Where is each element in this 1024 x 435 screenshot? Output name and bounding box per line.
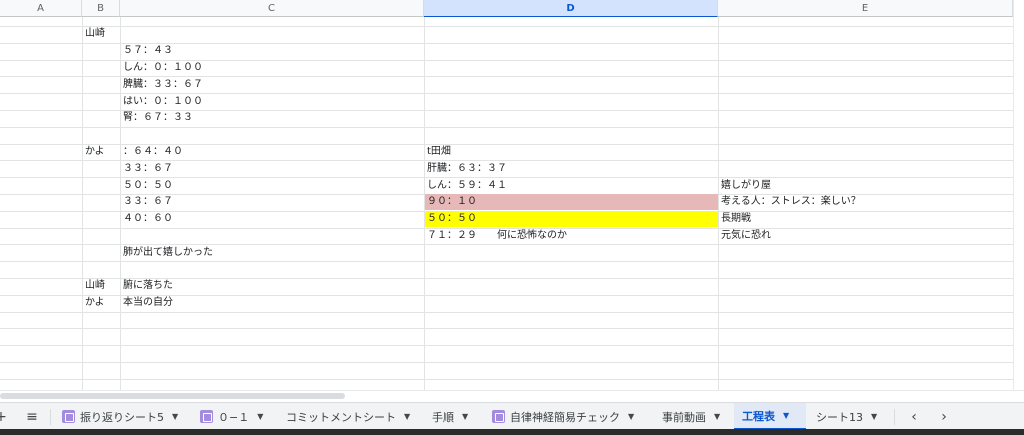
scroll-tabs-left-icon[interactable]: ‹ (902, 403, 926, 430)
row-gridline (0, 127, 1024, 128)
tab-sheet-0-1[interactable]: ０−１ ▼ (194, 403, 272, 430)
cell-d10[interactable]: 肝臓：６３：３７ (424, 161, 507, 177)
chevron-down-icon[interactable]: ▼ (871, 412, 877, 421)
chevron-down-icon[interactable]: ▼ (404, 412, 410, 421)
cell-d11[interactable]: しん：５９：４１ (424, 178, 507, 194)
horizontal-scrollbar-thumb[interactable] (0, 393, 345, 399)
cell-c15[interactable]: 肺が出て嬉しかった (120, 245, 213, 261)
chevron-down-icon[interactable]: ▼ (257, 412, 263, 421)
tab-label: シート13 (816, 410, 863, 424)
cell-c4[interactable]: しん：０：１００ (120, 60, 203, 76)
cell-b18[interactable]: かよ (82, 295, 105, 311)
row-gridline (0, 328, 1024, 329)
tab-label: 事前動画 (662, 410, 706, 424)
cell-b17[interactable]: 山崎 (82, 278, 105, 294)
chevron-down-icon[interactable]: ▼ (628, 412, 634, 421)
tab-separator (50, 409, 51, 425)
tab-label: 振り返りシート5 (80, 410, 164, 424)
column-header-c[interactable]: C (120, 0, 424, 17)
row-gridline (0, 261, 1024, 262)
window-bottom-edge (0, 429, 1024, 435)
row-gridline (0, 26, 1024, 27)
all-sheets-menu-icon[interactable]: ≡ (20, 403, 44, 430)
tab-label: 手順 (432, 410, 454, 424)
chevron-down-icon[interactable]: ▼ (783, 411, 789, 420)
column-header-d[interactable]: D (424, 0, 718, 17)
column-header-b[interactable]: B (82, 0, 120, 17)
tab-sheet-jizen-douga[interactable]: 事前動画 ▼ (658, 403, 732, 430)
chevron-down-icon[interactable]: ▼ (714, 412, 720, 421)
scroll-tabs-right-icon[interactable]: › (932, 403, 956, 430)
sheet-icon (200, 410, 213, 423)
spreadsheet-grid[interactable]: A B C D E 山崎 ５７：４３ しん：０：１００ 脾臓：３３：６７ はい：… (0, 0, 1024, 390)
cell-d9[interactable]: t田畑 (424, 144, 451, 160)
cell-e11[interactable]: 嬉しがり屋 (718, 178, 771, 194)
cell-c7[interactable]: 腎：６７：３３ (120, 110, 193, 126)
row-gridline (0, 345, 1024, 346)
chevron-down-icon[interactable]: ▼ (172, 412, 178, 421)
cell-b2[interactable]: 山崎 (82, 26, 105, 42)
row-gridline (0, 379, 1024, 380)
cell-c10[interactable]: ３３：６７ (120, 161, 173, 177)
cell-e12[interactable]: 考える人：ストレス：楽しい？ (718, 194, 861, 210)
chevron-down-icon[interactable]: ▼ (462, 412, 468, 421)
tab-label: ０−１ (218, 410, 250, 424)
cell-c6[interactable]: はい：０：１００ (120, 94, 203, 110)
tab-label: 工程表 (742, 409, 775, 423)
tab-sheet-tejun[interactable]: 手順 ▼ (428, 403, 484, 430)
sheet-icon (492, 410, 505, 423)
tab-separator (894, 409, 895, 425)
cell-e14[interactable]: 元気に恐れ (718, 228, 771, 244)
cell-c18[interactable]: 本当の自分 (120, 295, 173, 311)
cell-e13[interactable]: 長期戦 (718, 211, 751, 227)
column-header-e[interactable]: E (718, 0, 1013, 17)
tab-sheet-kouteihyou[interactable]: 工程表 ▼ (734, 403, 806, 430)
row-gridline (0, 312, 1024, 313)
cell-d14[interactable]: ７１：２９ 何に恐怖なのか (424, 228, 567, 244)
cell-c9[interactable]: ：６４：４０ (120, 144, 183, 160)
sheet-icon (62, 410, 75, 423)
row-gridline (0, 362, 1024, 363)
tab-sheet-commitment[interactable]: コミットメントシート ▼ (282, 403, 422, 430)
cell-c11[interactable]: ５０：５０ (120, 178, 173, 194)
cell-c12[interactable]: ３３：６７ (120, 194, 173, 210)
cell-d12[interactable]: ９０：１０ (424, 194, 477, 210)
cell-d13[interactable]: ５０：５０ (424, 211, 477, 227)
cell-b9[interactable]: かよ (82, 144, 105, 160)
column-header-a[interactable]: A (0, 0, 82, 17)
cell-c5[interactable]: 脾臓：３３：６７ (120, 77, 203, 93)
tab-label: 自律神経簡易チェック (510, 410, 620, 424)
cell-c17[interactable]: 腑に落ちた (120, 278, 173, 294)
sheet-tab-bar: + ≡ 振り返りシート5 ▼ ０−１ ▼ コミットメントシート ▼ 手順 ▼ 自… (0, 402, 1024, 430)
cell-c3[interactable]: ５７：４３ (120, 43, 173, 59)
cell-c13[interactable]: ４０：６０ (120, 211, 173, 227)
tab-sheet-13[interactable]: シート13 ▼ (812, 403, 884, 430)
column-gridline (82, 17, 83, 390)
vertical-scrollbar[interactable] (1013, 0, 1024, 390)
tab-sheet-furikaeri5[interactable]: 振り返りシート5 ▼ (56, 403, 188, 430)
add-sheet-icon[interactable]: + (0, 403, 8, 430)
tab-sheet-jiritsu-check[interactable]: 自律神経簡易チェック ▼ (488, 403, 654, 430)
tab-label: コミットメントシート (286, 410, 396, 424)
